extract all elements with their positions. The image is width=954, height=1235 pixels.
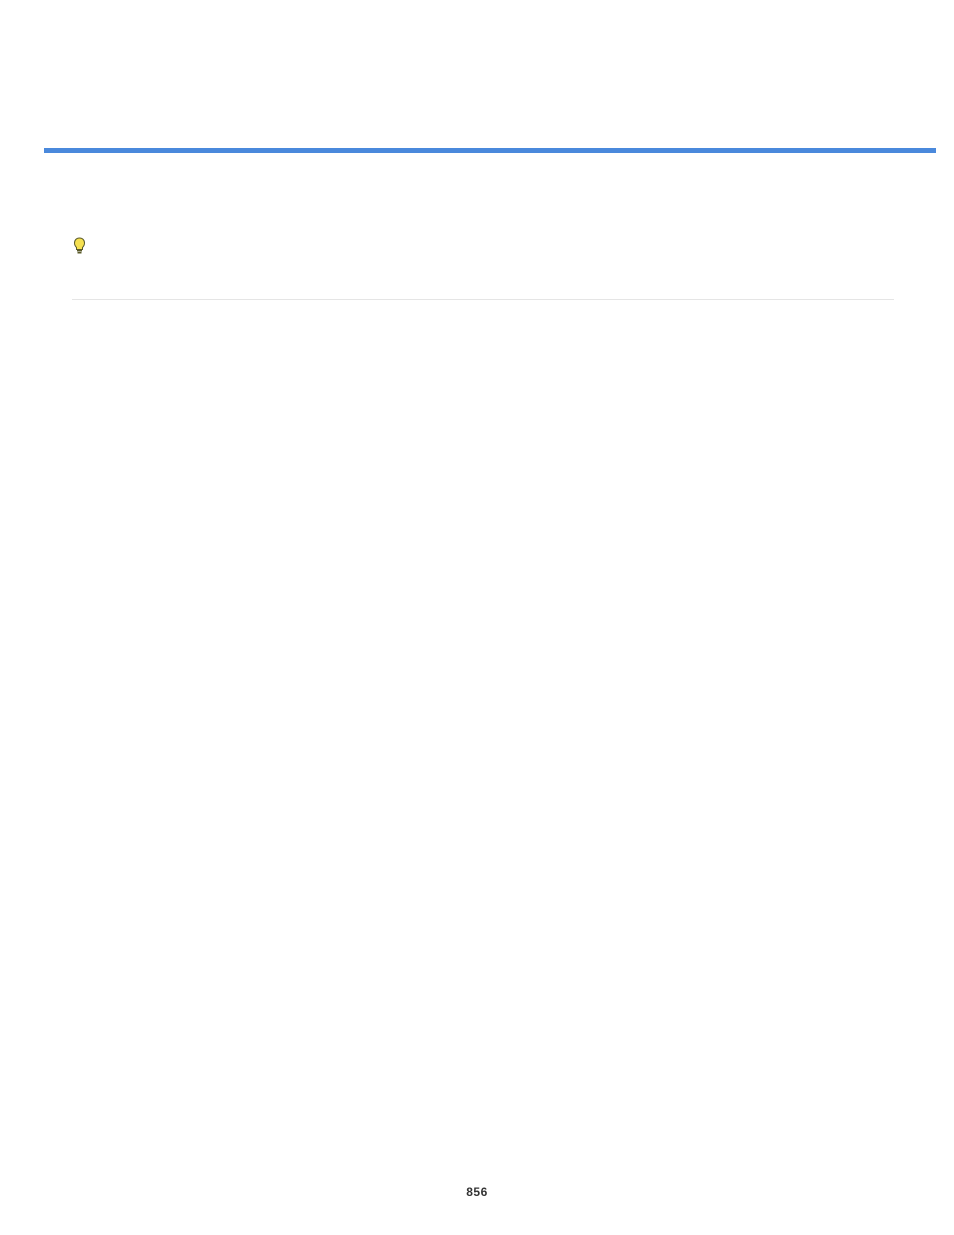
- horizontal-rule: [44, 148, 936, 153]
- page-number: 856: [0, 1185, 954, 1199]
- lightbulb-icon: [72, 237, 87, 255]
- section-divider: [72, 299, 894, 300]
